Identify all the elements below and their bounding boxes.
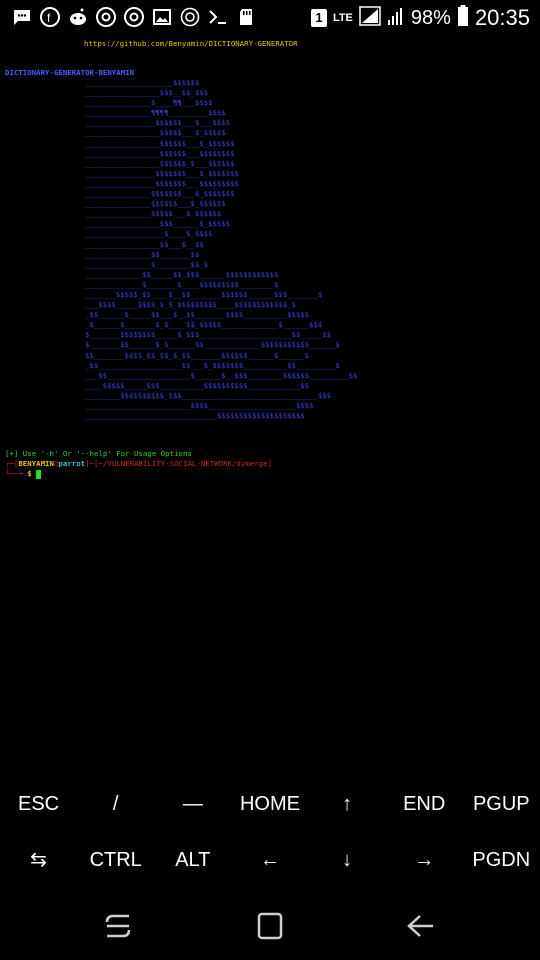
network-type: LTE: [332, 11, 353, 24]
chrome-icon: [96, 7, 116, 27]
ascii-art: ____________________$$$$$$ _____________…: [85, 78, 358, 421]
key-esc[interactable]: ESC: [0, 776, 77, 832]
back-icon: [407, 915, 433, 937]
status-bar: f 1 LTE 98% 20:35: [0, 0, 540, 36]
extra-keys-row-1: ESC / — HOME ↑ END PGUP: [0, 776, 540, 832]
key-end[interactable]: END: [386, 776, 463, 832]
key-ctrl[interactable]: CTRL: [77, 832, 154, 888]
signal-icon: [359, 5, 381, 31]
key-alt[interactable]: ALT: [154, 832, 231, 888]
prompt-host: parrot: [58, 459, 86, 468]
target-icon: [180, 7, 200, 27]
key-home[interactable]: HOME: [231, 776, 308, 832]
notification-icons: f: [12, 7, 256, 27]
navigation-bar: [0, 890, 540, 960]
battery-percentage: 98%: [410, 6, 451, 29]
key-right[interactable]: →: [386, 832, 463, 888]
key-pgdn[interactable]: PGDN: [463, 832, 540, 888]
key-left[interactable]: ←: [231, 832, 308, 888]
reddit-icon: [68, 7, 88, 27]
prompt-line: ┌─[BENYAMIN@parrot]─[~/VULNERABILITY-SOC…: [5, 459, 272, 469]
terminal-icon: [208, 7, 228, 27]
svg-text:f: f: [47, 11, 51, 25]
back-button[interactable]: [402, 910, 442, 942]
recents-button[interactable]: [98, 910, 138, 942]
message-icon: [12, 7, 32, 27]
prompt-separator: ]─[: [85, 459, 99, 468]
key-slash[interactable]: /: [77, 776, 154, 832]
prompt-corner: └──╼: [5, 469, 28, 478]
home-icon: [257, 912, 283, 940]
recents-icon: [105, 914, 131, 938]
key-down[interactable]: ↓: [309, 832, 386, 888]
prompt-bracket: ┌─[: [5, 459, 19, 468]
repo-url: https://github.com/Benyamin/DICTIONARY-G…: [84, 39, 298, 48]
key-pgup[interactable]: PGUP: [463, 776, 540, 832]
prompt-user: BENYAMIN: [18, 459, 54, 468]
image-icon: [152, 7, 172, 27]
chrome-icon: [124, 7, 144, 27]
prompt-input-line[interactable]: └──╼ $: [5, 469, 42, 479]
prompt-symbol: $: [27, 469, 32, 478]
clock: 20:35: [474, 5, 530, 30]
tool-title: DICTIONARY-GENERATOR-BENYAMIN: [5, 68, 135, 77]
terminal-cursor: [36, 469, 42, 479]
wifi-signal-icon: [387, 6, 405, 31]
extra-keys-row-2: ⇆ CTRL ALT ← ↓ → PGDN: [0, 832, 540, 888]
extra-keys-bar: ESC / — HOME ↑ END PGUP ⇆ CTRL ALT ← ↓ →…: [0, 776, 540, 888]
home-button[interactable]: [250, 910, 290, 942]
key-tab[interactable]: ⇆: [0, 832, 77, 888]
key-up[interactable]: ↑: [309, 776, 386, 832]
battery-icon: [457, 4, 469, 32]
facebook-icon: f: [40, 7, 60, 27]
key-dash[interactable]: —: [154, 776, 231, 832]
prompt-path: ~/VULNERABILITY-SOCIAL-NETWORK/dymerge: [98, 459, 268, 468]
prompt-close: ]: [267, 459, 273, 468]
sd-card-icon: [236, 7, 256, 27]
system-indicators: 1 LTE 98% 20:35: [310, 4, 530, 32]
sim-badge: 1: [310, 9, 327, 27]
help-hint: [+] Use '-h' Or '--help' For Usage Optio…: [5, 449, 192, 458]
